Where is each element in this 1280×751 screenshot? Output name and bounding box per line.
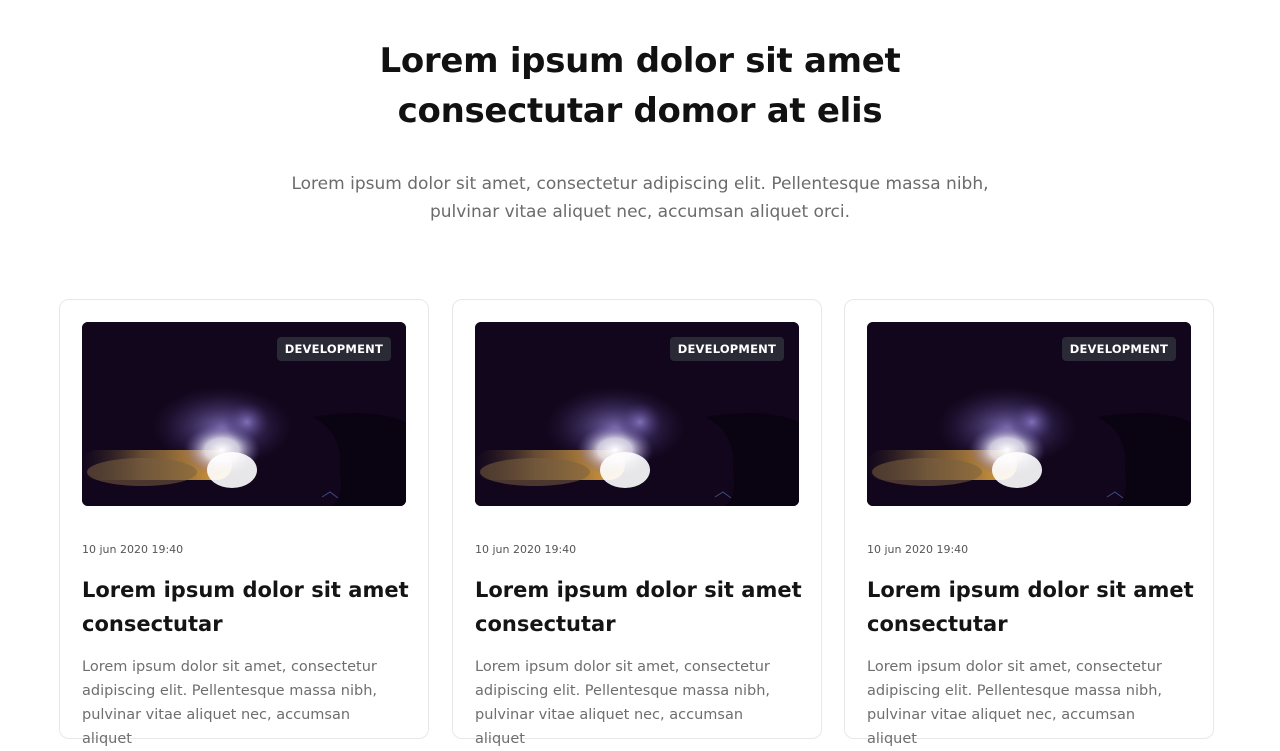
post-date: 10 jun 2020 19:40 xyxy=(867,543,969,556)
post-title[interactable]: Lorem ipsum dolor sit amet consectutar xyxy=(475,573,805,641)
blog-card[interactable]: DEVELOPMENT 10 jun 2020 19:40 Lorem ipsu… xyxy=(59,299,429,747)
category-badge[interactable]: DEVELOPMENT xyxy=(276,337,391,361)
category-badge[interactable]: DEVELOPMENT xyxy=(1061,337,1176,361)
card-image[interactable]: DEVELOPMENT xyxy=(475,322,799,506)
category-badge[interactable]: DEVELOPMENT xyxy=(669,337,784,361)
blog-card[interactable]: DEVELOPMENT 10 jun 2020 19:40 Lorem ipsu… xyxy=(452,299,822,747)
blog-card[interactable]: DEVELOPMENT 10 jun 2020 19:40 Lorem ipsu… xyxy=(844,299,1214,747)
post-date: 10 jun 2020 19:40 xyxy=(82,543,184,556)
post-excerpt: Lorem ipsum dolor sit amet, consectetur … xyxy=(475,659,771,747)
card-image[interactable]: DEVELOPMENT xyxy=(867,322,1191,506)
card-image[interactable]: DEVELOPMENT xyxy=(82,322,406,506)
post-title[interactable]: Lorem ipsum dolor sit amet consectutar xyxy=(867,573,1197,641)
post-excerpt: Lorem ipsum dolor sit amet, consectetur … xyxy=(82,659,378,747)
post-date: 10 jun 2020 19:40 xyxy=(475,543,577,556)
page-subtitle: Lorem ipsum dolor sit amet, consectetur … xyxy=(291,174,989,222)
page-title: Lorem ipsum dolor sit amet consectutar d… xyxy=(379,41,901,131)
post-title[interactable]: Lorem ipsum dolor sit amet consectutar xyxy=(82,573,412,641)
post-excerpt: Lorem ipsum dolor sit amet, consectetur … xyxy=(867,659,1163,747)
